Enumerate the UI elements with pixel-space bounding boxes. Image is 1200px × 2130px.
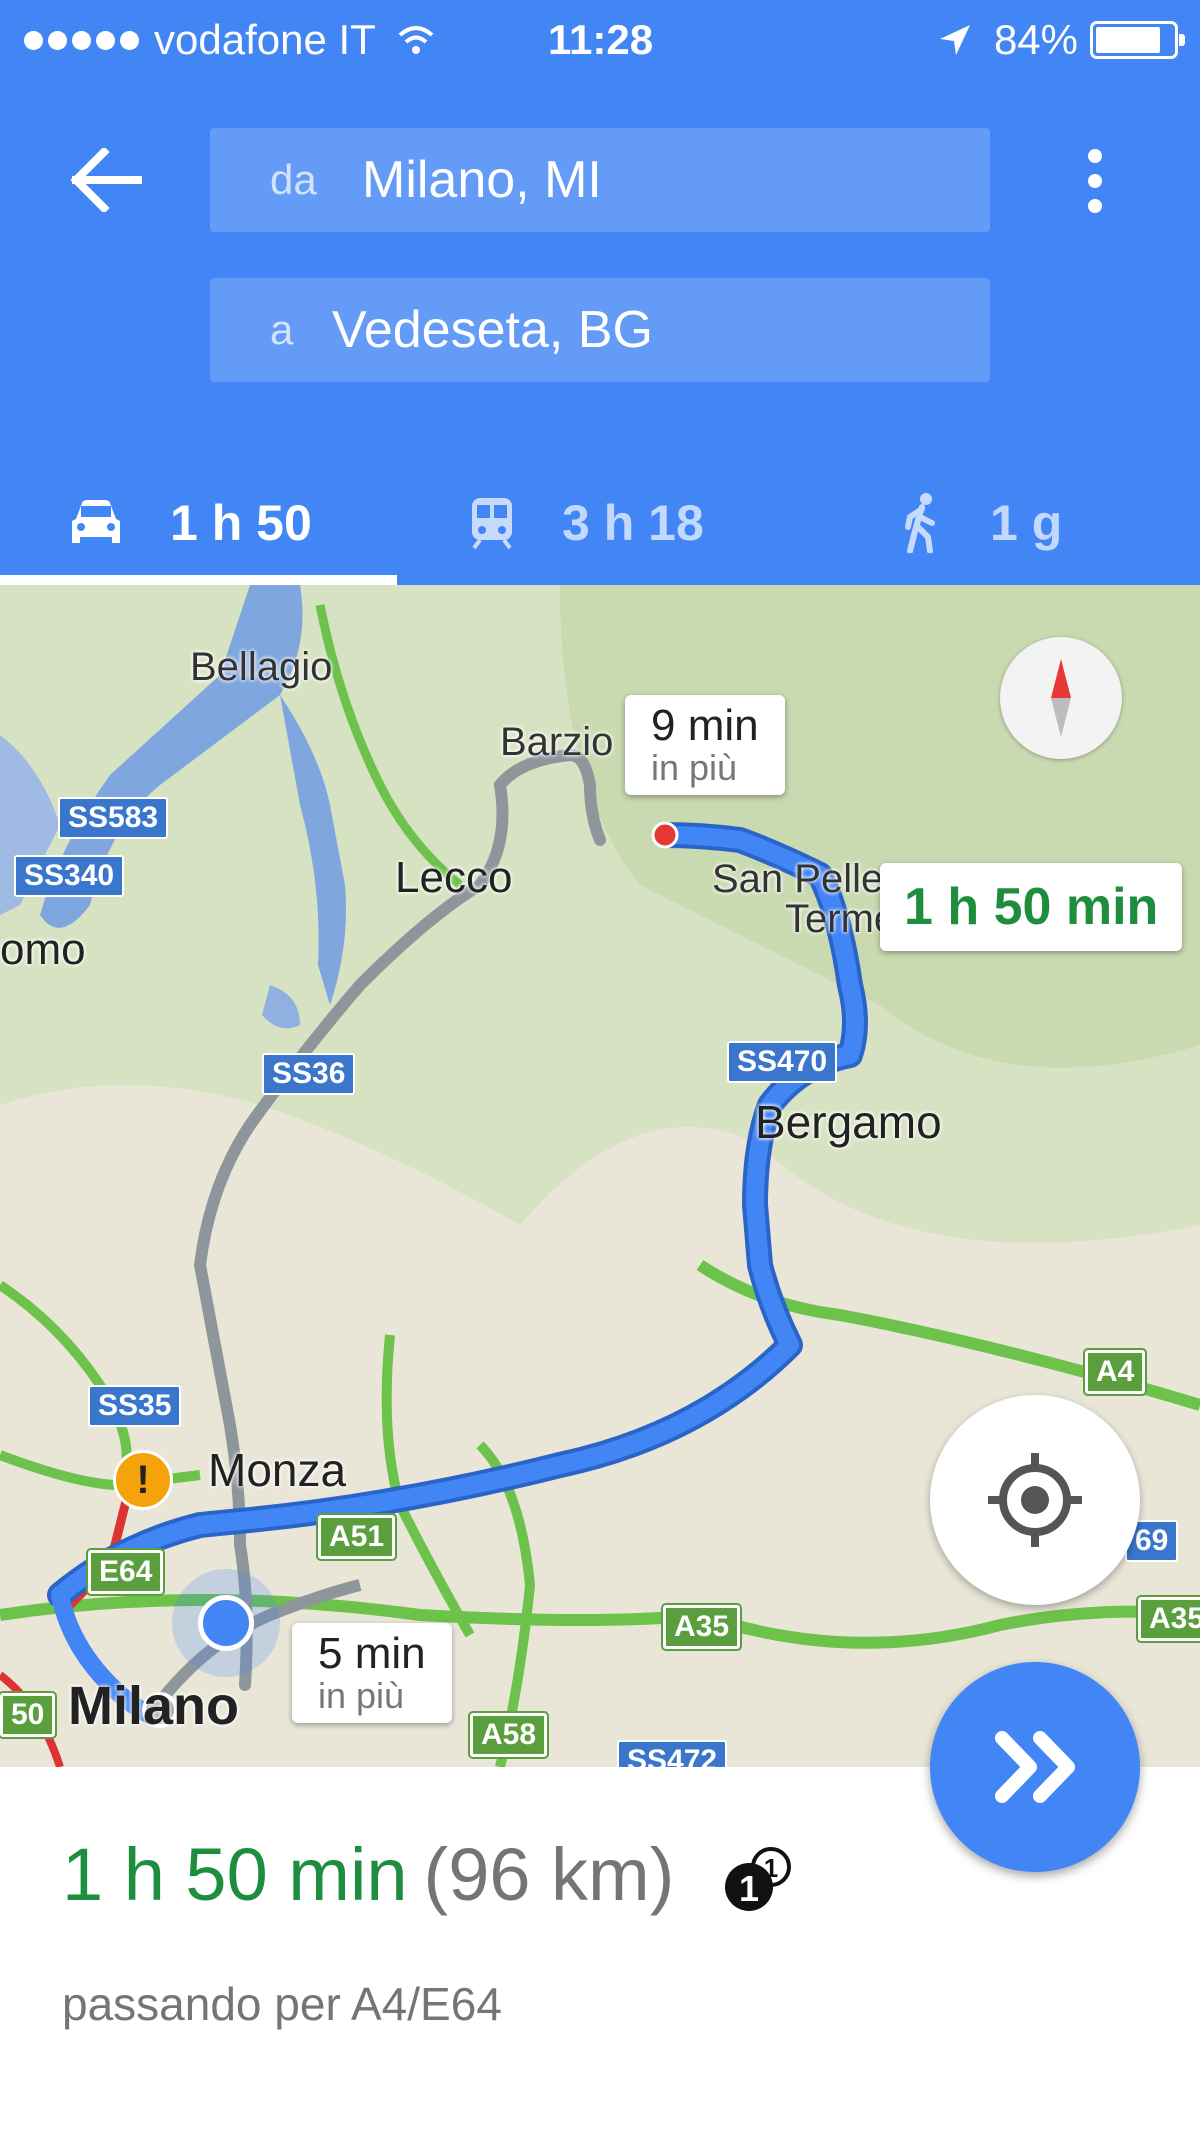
tab-walking[interactable]: 1 g bbox=[904, 460, 1062, 585]
double-chevron-right-icon bbox=[995, 1731, 1075, 1803]
destination-field[interactable]: a Vedeseta, BG bbox=[210, 278, 990, 382]
destination-pin-icon bbox=[651, 821, 679, 849]
signal-dot bbox=[72, 30, 91, 50]
destination-label: a bbox=[270, 306, 294, 353]
wifi-icon bbox=[398, 26, 434, 54]
place-san-pellegrino: San Pelle bbox=[712, 857, 884, 901]
alt-time-top: 9 min bbox=[651, 701, 759, 750]
place-bergamo: Bergamo bbox=[755, 1096, 942, 1148]
status-right: 84% bbox=[938, 16, 1185, 64]
signal-dot bbox=[24, 30, 43, 50]
road-shield-a35-right: A35 bbox=[1135, 1595, 1200, 1643]
road-shield-ss36: SS36 bbox=[262, 1053, 356, 1095]
place-monza: Monza bbox=[208, 1444, 347, 1496]
road-shield-ss583: SS583 bbox=[58, 797, 169, 839]
route-duration: 1 h 50 min bbox=[62, 1833, 408, 1916]
route-distance: (96 km) bbox=[423, 1833, 675, 1916]
alt-time-bottom: 5 min bbox=[318, 1629, 426, 1678]
origin-field[interactable]: da Milano, MI bbox=[210, 128, 990, 232]
place-lecco: Lecco bbox=[395, 853, 513, 902]
compass-button[interactable] bbox=[1000, 637, 1122, 759]
route-summary: 1 h 50 min (96 km) 1 1 bbox=[62, 1832, 801, 1917]
road-shield-e64: E64 bbox=[85, 1548, 166, 1596]
signal-dot bbox=[120, 30, 139, 50]
my-location-button[interactable] bbox=[930, 1395, 1140, 1605]
main-route-bubble[interactable]: 1 h 50 min bbox=[880, 863, 1183, 951]
crosshair-icon bbox=[988, 1453, 1082, 1547]
signal-dot bbox=[96, 30, 115, 50]
alt-note-bottom: in più bbox=[318, 1675, 405, 1716]
start-navigation-button[interactable] bbox=[930, 1662, 1140, 1872]
transit-time: 3 h 18 bbox=[562, 494, 704, 551]
alt-note-top: in più bbox=[651, 747, 738, 788]
destination-value: Vedeseta, BG bbox=[332, 301, 653, 359]
more-options-icon[interactable] bbox=[1080, 148, 1110, 214]
clock: 11:28 bbox=[548, 16, 654, 63]
travel-mode-tabs: 1 h 50 3 h 18 1 g bbox=[0, 460, 1200, 585]
road-shield-50: 50 bbox=[0, 1691, 58, 1739]
car-icon bbox=[72, 499, 120, 543]
route-via: passando per A4/E64 bbox=[62, 1978, 502, 2030]
status-bar: vodafone IT 11:28 84% bbox=[0, 0, 1200, 78]
place-barzio: Barzio bbox=[500, 720, 614, 764]
compass-icon bbox=[1051, 659, 1071, 737]
road-shield-ss472: SS472 bbox=[617, 1740, 728, 1767]
road-shield-ss340: SS340 bbox=[14, 855, 125, 897]
place-milano: Milano bbox=[68, 1676, 239, 1736]
driving-time: 1 h 50 bbox=[170, 494, 312, 551]
location-arrow-icon bbox=[939, 25, 970, 55]
place-como: omo bbox=[0, 925, 86, 974]
alternative-route-bubble-top[interactable]: 9 min in più bbox=[625, 695, 785, 795]
battery-nub bbox=[1179, 34, 1185, 46]
battery-icon bbox=[1090, 21, 1185, 59]
back-arrow-icon[interactable] bbox=[68, 148, 142, 212]
carrier-info: vodafone IT bbox=[24, 16, 436, 64]
svg-text:1: 1 bbox=[739, 1868, 759, 1909]
walking-time: 1 g bbox=[990, 494, 1063, 551]
place-bellagio: Bellagio bbox=[190, 645, 333, 689]
current-location-dot bbox=[198, 1595, 254, 1651]
traffic-incidents-icon[interactable]: 1 1 bbox=[723, 1845, 801, 1915]
road-shield-ss470: SS470 bbox=[727, 1041, 838, 1083]
origin-value: Milano, MI bbox=[362, 151, 602, 209]
tab-transit[interactable]: 3 h 18 bbox=[468, 460, 704, 585]
map-view[interactable]: Bellagio Barzio Lecco omo San Pelle Term… bbox=[0, 585, 1200, 1767]
main-route-time: 1 h 50 min bbox=[904, 878, 1159, 936]
road-shield-a51: A51 bbox=[315, 1513, 398, 1561]
directions-header: vodafone IT 11:28 84% da Milano, MI a Ve… bbox=[0, 0, 1200, 585]
traffic-warning-icon[interactable]: ! bbox=[113, 1450, 173, 1510]
tab-driving[interactable]: 1 h 50 bbox=[68, 460, 312, 585]
active-tab-indicator bbox=[0, 575, 397, 585]
battery-percent: 84% bbox=[993, 16, 1078, 63]
road-shield-ss35: SS35 bbox=[88, 1385, 182, 1427]
walk-icon bbox=[905, 492, 935, 553]
train-icon bbox=[472, 497, 512, 549]
signal-dot bbox=[48, 30, 67, 50]
road-shield-a58: A58 bbox=[467, 1711, 550, 1759]
alternative-route-bubble-bottom[interactable]: 5 min in più bbox=[292, 1623, 452, 1723]
origin-label: da bbox=[270, 156, 317, 203]
carrier-name: vodafone IT bbox=[154, 16, 376, 63]
road-shield-a4: A4 bbox=[1082, 1348, 1148, 1396]
battery-fill bbox=[1096, 27, 1160, 53]
road-shield-a35: A35 bbox=[660, 1603, 743, 1651]
